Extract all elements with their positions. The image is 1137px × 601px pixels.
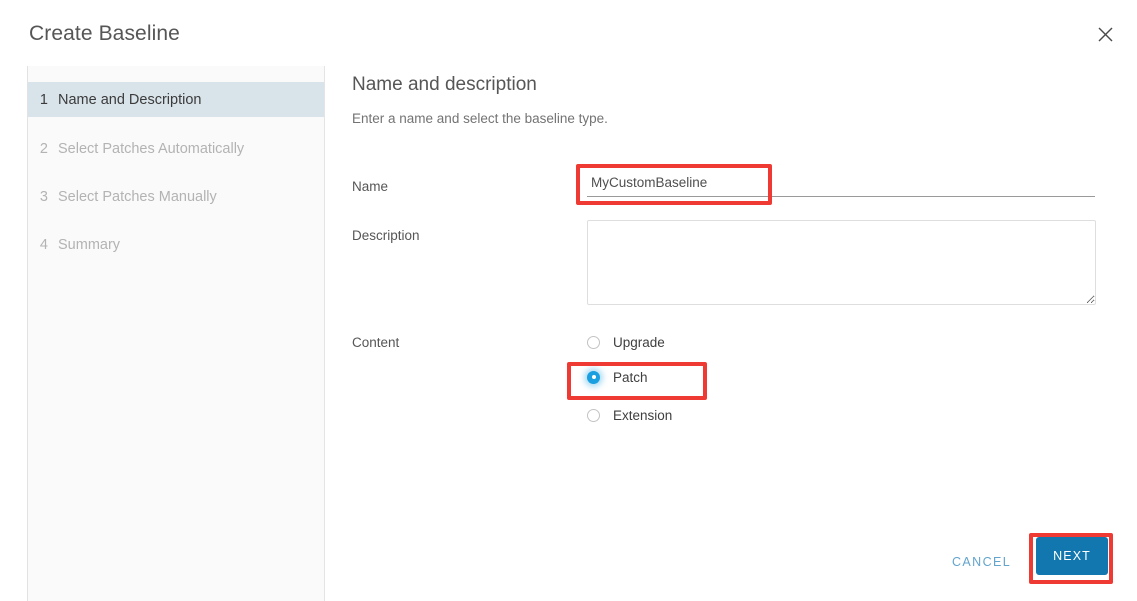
step-label: Select Patches Manually xyxy=(58,188,217,205)
page-title: Name and description xyxy=(352,74,537,95)
sidebar-item-summary[interactable]: 4 Summary xyxy=(28,227,324,262)
step-label: Summary xyxy=(58,236,121,253)
radio-label: Extension xyxy=(613,407,673,423)
content-label: Content xyxy=(352,335,400,350)
step-label: Select Patches Automatically xyxy=(58,140,245,157)
radio-circle-icon xyxy=(587,335,600,349)
dialog-title: Create Baseline xyxy=(29,22,180,45)
radio-circle-icon xyxy=(587,408,600,422)
radio-label: Upgrade xyxy=(613,334,665,350)
radio-label: Patch xyxy=(613,369,648,385)
description-label: Description xyxy=(352,228,420,243)
name-label: Name xyxy=(352,179,389,194)
name-input[interactable] xyxy=(587,171,1095,197)
step-label: Name and Description xyxy=(58,91,202,108)
radio-option-patch[interactable]: Patch xyxy=(587,366,648,388)
step-number: 4 xyxy=(39,236,48,253)
dialog-titlebar: Create Baseline xyxy=(0,0,1137,66)
sidebar-item-select-patches-manually[interactable]: 3 Select Patches Manually xyxy=(28,179,324,214)
radio-option-upgrade[interactable]: Upgrade xyxy=(587,331,665,353)
sidebar-item-name-and-description[interactable]: 1 Name and Description xyxy=(28,82,324,117)
step-number: 1 xyxy=(39,91,48,108)
cancel-button[interactable]: CANCEL xyxy=(948,549,1015,575)
radio-option-extension[interactable]: Extension xyxy=(587,404,672,426)
step-number: 2 xyxy=(39,140,48,157)
description-textarea[interactable] xyxy=(587,220,1096,305)
wizard-main-pane: Name and description Enter a name and se… xyxy=(326,66,1137,601)
sidebar-item-select-patches-automatically[interactable]: 2 Select Patches Automatically xyxy=(28,131,324,166)
next-button[interactable]: NEXT xyxy=(1036,537,1108,575)
step-number: 3 xyxy=(39,188,48,205)
wizard-step-sidebar: 1 Name and Description 2 Select Patches … xyxy=(28,66,325,601)
create-baseline-dialog: Create Baseline 1 Name and Description 2… xyxy=(0,0,1137,601)
page-subtitle: Enter a name and select the baseline typ… xyxy=(352,111,608,126)
radio-circle-selected-icon xyxy=(587,370,600,384)
close-icon[interactable] xyxy=(1093,22,1117,46)
